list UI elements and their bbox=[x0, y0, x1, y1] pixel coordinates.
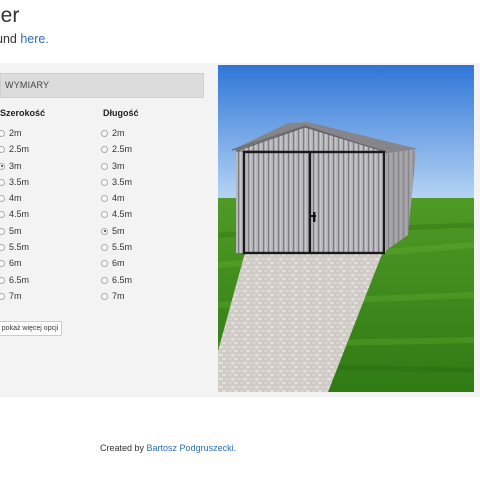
radio-button[interactable] bbox=[0, 162, 5, 170]
radio-button[interactable] bbox=[0, 130, 5, 137]
radio-button[interactable] bbox=[101, 195, 108, 203]
length-option[interactable]: 2m bbox=[101, 128, 139, 144]
option-label: 2.5m bbox=[112, 144, 133, 155]
width-option[interactable]: 3m bbox=[0, 161, 45, 177]
option-label: 6m bbox=[112, 258, 125, 269]
page-title: ler bbox=[0, 4, 20, 27]
author-link[interactable]: Bartosz Podgruszecki. bbox=[147, 443, 237, 453]
width-option[interactable]: 4m bbox=[0, 193, 45, 209]
length-option[interactable]: 2.5m bbox=[101, 144, 139, 160]
length-option[interactable]: 4.5m bbox=[101, 209, 139, 225]
width-option[interactable]: 4.5m bbox=[0, 209, 45, 225]
width-option[interactable]: 7m bbox=[0, 291, 45, 307]
length-option[interactable]: 7m bbox=[101, 290, 139, 307]
length-options: 2m 2.5m 3m 3.5m 4m 4.5m 5m 5.5m 6m 6.5m 7m bbox=[101, 128, 139, 307]
length-option[interactable]: 3m bbox=[101, 160, 139, 177]
option-label: 3.5m bbox=[112, 176, 133, 187]
radio-button[interactable] bbox=[0, 178, 5, 186]
width-option[interactable]: 5.5m bbox=[0, 242, 45, 258]
option-label: 2m bbox=[9, 128, 22, 138]
option-label: 6m bbox=[9, 258, 22, 269]
here-link[interactable]: here. bbox=[20, 32, 49, 46]
radio-button[interactable] bbox=[0, 244, 5, 252]
option-label: 6.5m bbox=[112, 274, 133, 285]
option-label: 3m bbox=[9, 160, 22, 171]
length-column: Długość 2m 2.5m 3m 3.5m 4m 4.5m 5m 5.5m 6m 6.5m 7m bbox=[101, 108, 139, 307]
length-option[interactable]: 3.5m bbox=[101, 176, 139, 193]
radio-button[interactable] bbox=[0, 195, 5, 203]
length-option[interactable]: 5m bbox=[101, 225, 139, 242]
length-option[interactable]: 4m bbox=[101, 193, 139, 209]
width-column: Szerokość 2m 2.5m 3m 3.5m 4m 4.5m 5m 5.5m 6m 6.5m… bbox=[0, 108, 45, 307]
radio-button[interactable] bbox=[101, 130, 108, 137]
width-option[interactable]: 6m bbox=[0, 258, 45, 274]
option-label: 5.5m bbox=[9, 242, 30, 253]
radio-button[interactable] bbox=[101, 244, 108, 252]
option-label: 7m bbox=[9, 290, 22, 301]
radio-button[interactable] bbox=[101, 260, 108, 268]
length-column-title: Długość bbox=[103, 108, 139, 118]
section-header-dimensions[interactable]: WYMIARY bbox=[0, 73, 204, 98]
footer-prefix: Created by bbox=[100, 443, 145, 453]
width-column-title: Szerokość bbox=[0, 108, 46, 118]
width-option[interactable]: 2.5m bbox=[0, 144, 45, 160]
footer: Created by Bartosz Podgruszecki. bbox=[100, 443, 236, 453]
option-label: 2m bbox=[112, 128, 125, 138]
radio-button[interactable] bbox=[101, 227, 108, 235]
option-label: 4.5m bbox=[112, 209, 133, 220]
subtitle-text: und bbox=[0, 32, 17, 46]
option-label: 3.5m bbox=[9, 176, 30, 187]
radio-button[interactable] bbox=[101, 211, 108, 219]
option-label: 5m bbox=[9, 225, 22, 236]
width-option[interactable]: 3.5m bbox=[0, 177, 45, 193]
page-subtitle: und here. bbox=[0, 32, 49, 46]
option-label: 7m bbox=[112, 290, 125, 301]
radio-button[interactable] bbox=[0, 211, 5, 219]
radio-button[interactable] bbox=[0, 146, 5, 154]
width-option[interactable]: 2m bbox=[0, 128, 45, 144]
radio-button[interactable] bbox=[101, 178, 108, 186]
length-option[interactable]: 5.5m bbox=[101, 242, 139, 258]
option-label: 6.5m bbox=[9, 274, 30, 285]
length-option[interactable]: 6m bbox=[101, 258, 139, 274]
option-label: 2.5m bbox=[9, 144, 30, 155]
show-more-options-button[interactable]: pokaż więcej opcji bbox=[0, 321, 62, 336]
width-option[interactable]: 5m bbox=[0, 226, 45, 242]
option-label: 4m bbox=[112, 193, 125, 204]
radio-button[interactable] bbox=[0, 227, 5, 235]
option-label: 4.5m bbox=[9, 209, 30, 220]
radio-button[interactable] bbox=[0, 276, 5, 284]
option-label: 4m bbox=[9, 193, 22, 204]
option-label: 3m bbox=[112, 160, 125, 171]
garage-3d-viewer[interactable] bbox=[218, 65, 474, 392]
radio-button[interactable] bbox=[0, 260, 5, 268]
radio-button[interactable] bbox=[101, 146, 108, 154]
width-option[interactable]: 6.5m bbox=[0, 275, 45, 291]
radio-button[interactable] bbox=[101, 276, 108, 284]
option-label: 5m bbox=[112, 225, 125, 236]
length-option[interactable]: 6.5m bbox=[101, 274, 139, 291]
radio-button[interactable] bbox=[0, 292, 5, 300]
option-label: 5.5m bbox=[112, 242, 133, 253]
radio-button[interactable] bbox=[101, 162, 108, 170]
radio-button[interactable] bbox=[101, 292, 108, 300]
width-options: 2m 2.5m 3m 3.5m 4m 4.5m 5m 5.5m 6m 6.5m 7m bbox=[0, 128, 45, 307]
